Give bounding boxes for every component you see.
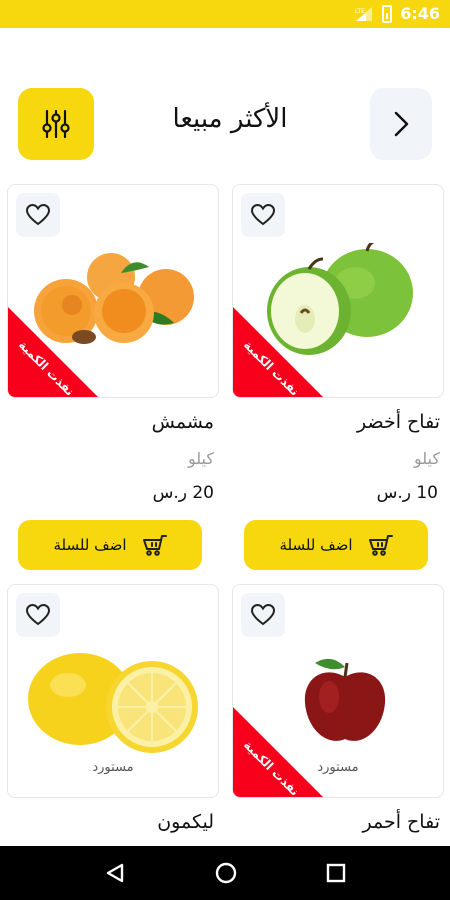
- filter-button[interactable]: [18, 88, 94, 160]
- system-navigation-bar: [0, 846, 450, 900]
- product-card-lemon[interactable]: مستورد: [7, 584, 219, 798]
- heart-icon: [251, 604, 275, 626]
- favorite-button[interactable]: [16, 593, 60, 637]
- nav-back-icon[interactable]: [104, 862, 126, 884]
- status-time: 6:46: [400, 4, 440, 23]
- sold-out-ribbon: نفذت الكمية: [8, 307, 98, 397]
- product-name: تفاح أحمر: [362, 811, 440, 833]
- battery-icon: [382, 4, 393, 23]
- product-origin: مستورد: [92, 760, 134, 775]
- product-unit: كيلو: [187, 449, 214, 468]
- add-to-cart-label: اضف للسلة: [279, 536, 353, 554]
- status-icons: LTE 6:46: [354, 4, 440, 23]
- product-card-green-apple[interactable]: نفذت الكمية: [232, 184, 444, 398]
- add-to-cart-button[interactable]: اضف للسلة: [18, 520, 202, 570]
- product-name: ليكمون: [157, 811, 214, 833]
- product-card-red-apple[interactable]: مستورد نفذت الكمية: [232, 584, 444, 798]
- signal-icon: LTE: [354, 5, 374, 23]
- cart-icon: [368, 535, 393, 556]
- nav-recents-icon[interactable]: [326, 863, 346, 883]
- heart-icon: [26, 204, 50, 226]
- product-card-apricot[interactable]: نفذت الكمية: [7, 184, 219, 398]
- favorite-button[interactable]: [241, 193, 285, 237]
- favorite-button[interactable]: [16, 193, 60, 237]
- favorite-button[interactable]: [241, 593, 285, 637]
- product-name: مشمش: [151, 411, 214, 433]
- product-price: 20 ر.س: [152, 483, 214, 503]
- heart-icon: [251, 204, 275, 226]
- heart-icon: [26, 604, 50, 626]
- status-bar: LTE 6:46: [0, 0, 450, 28]
- add-to-cart-label: اضف للسلة: [53, 536, 127, 554]
- lemon-image: [28, 653, 198, 753]
- page-title: الأكثر مبيعا: [172, 104, 288, 134]
- lte-text: LTE: [355, 8, 365, 15]
- add-to-cart-button[interactable]: اضف للسلة: [244, 520, 428, 570]
- back-button[interactable]: [370, 88, 432, 160]
- sliders-icon: [42, 109, 70, 139]
- page-header: الأكثر مبيعا: [0, 88, 450, 160]
- product-unit: كيلو: [413, 449, 440, 468]
- chevron-right-icon: [394, 111, 409, 137]
- sold-out-ribbon: نفذت الكمية: [233, 307, 323, 397]
- cart-icon: [142, 535, 167, 556]
- sold-out-ribbon: نفذت الكمية: [233, 707, 323, 797]
- nav-home-icon[interactable]: [214, 861, 238, 885]
- product-price: 10 ر.س: [376, 483, 438, 503]
- product-name: تفاح أخضر: [357, 411, 440, 433]
